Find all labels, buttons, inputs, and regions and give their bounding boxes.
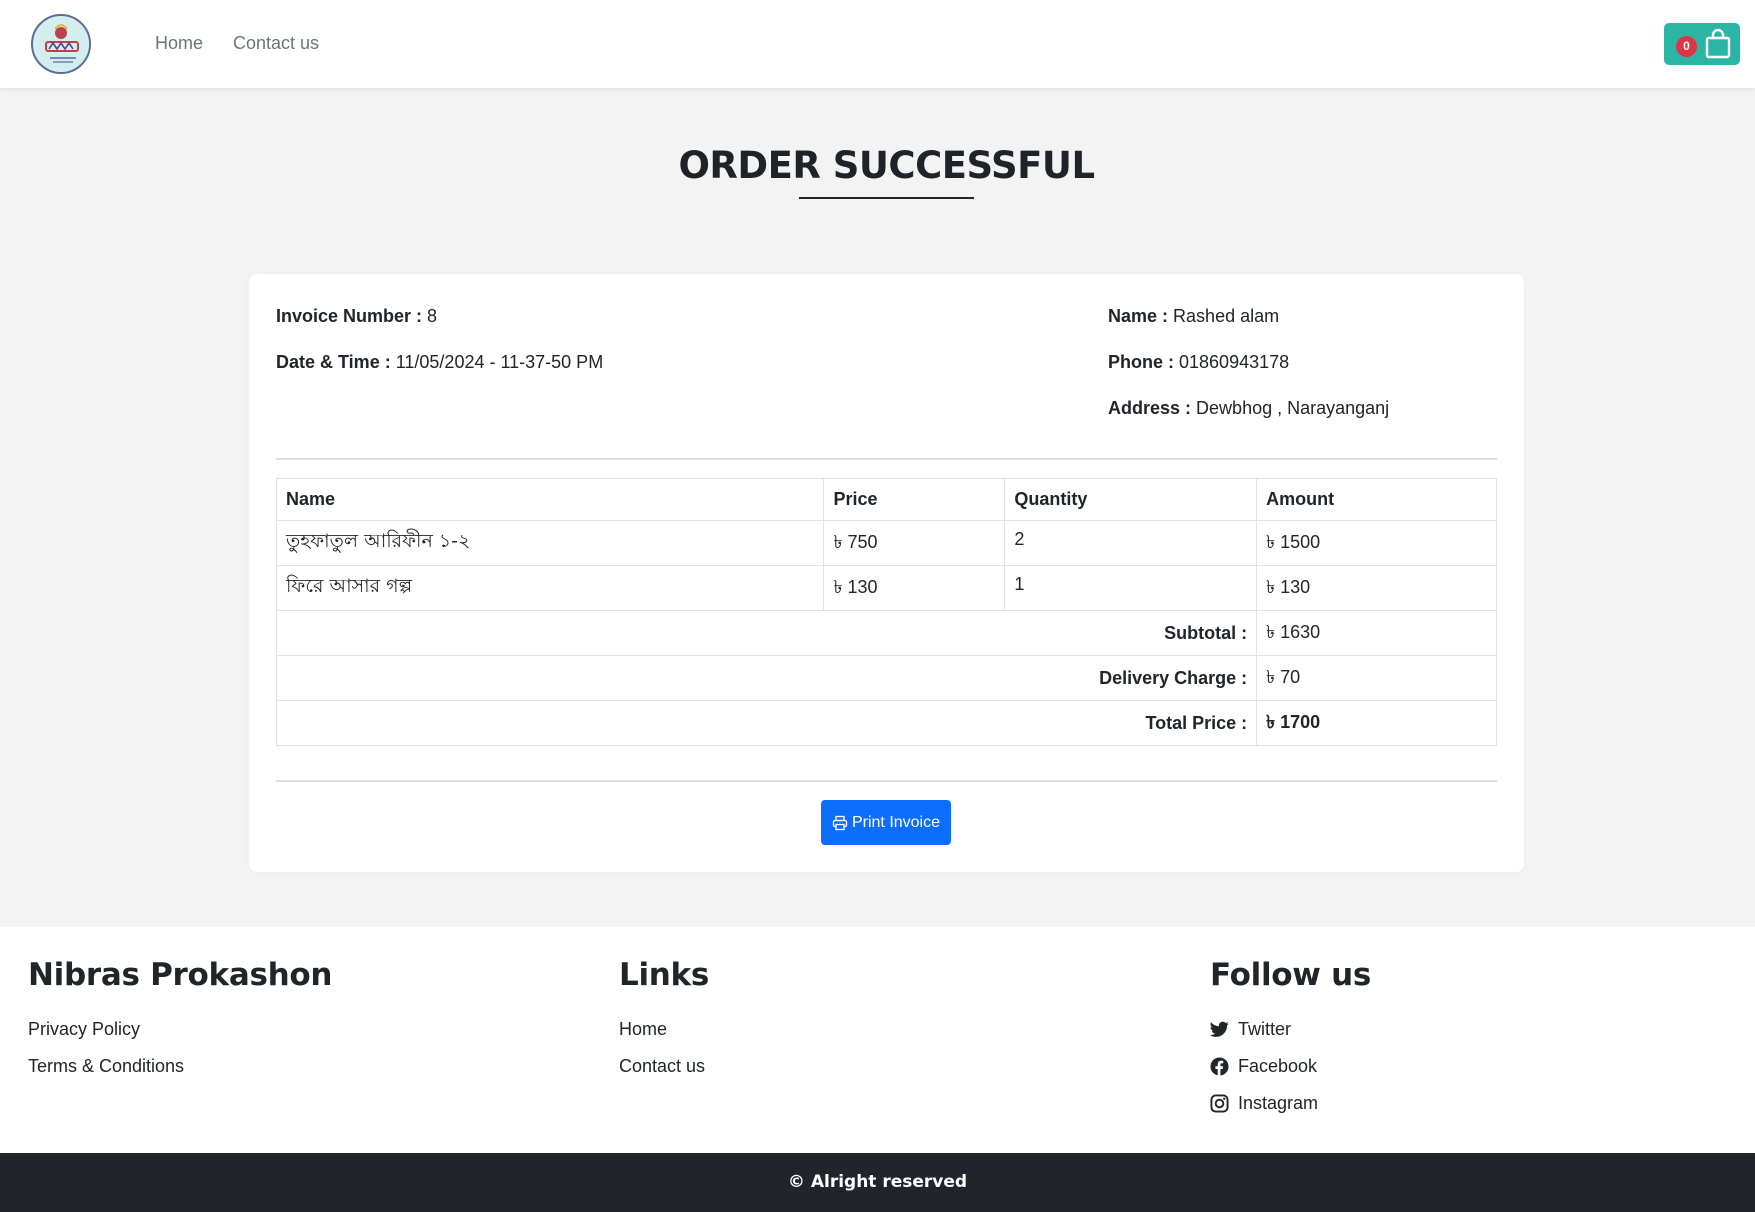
item-amount: ৳ 1500: [1256, 520, 1497, 566]
customer-address: Address : Dewbhog , Narayanganj: [1108, 398, 1389, 419]
subtotal-row: Subtotal : ৳ 1630: [275, 610, 1497, 656]
footer-links-column: Links Home Contact us: [619, 957, 709, 1085]
invoice-datetime: Date & Time : 11/05/2024 - 11-37-50 PM: [276, 352, 603, 373]
subtotal-value: ৳ 1630: [1256, 610, 1497, 656]
navbar: Home Contact us 0: [0, 0, 1755, 88]
page-title: ORDER SUCCESSFUL: [678, 144, 1095, 187]
facebook-icon: [1210, 1057, 1229, 1076]
order-items-table: Name Price Quantity Amount তুহফাতুল আরিফ…: [275, 478, 1497, 746]
printer-icon: [832, 815, 848, 830]
customer-name-value: Rashed alam: [1173, 306, 1280, 326]
twitter-icon: [1210, 1021, 1229, 1037]
item-name: ফিরে আসার গল্প: [275, 565, 825, 611]
footer-brand-title: Nibras Prokashon: [28, 957, 333, 993]
copyright-text: © Alright reserved: [787, 1172, 968, 1192]
cart-button[interactable]: 0: [1664, 23, 1740, 65]
invoice-number: Invoice Number : 8: [276, 306, 437, 327]
shopping-bag-icon: [1705, 29, 1731, 59]
total-value: ৳ 1700: [1256, 700, 1497, 746]
cart-count-badge: 0: [1676, 36, 1697, 57]
title-underline: [799, 197, 974, 199]
customer-address-value: Dewbhog , Narayanganj: [1196, 398, 1390, 418]
facebook-link[interactable]: Facebook: [1210, 1048, 1371, 1085]
item-price: ৳ 750: [823, 520, 1006, 566]
invoice-number-value: 8: [427, 306, 438, 326]
footer-home-link[interactable]: Home: [619, 1011, 709, 1048]
divider-bottom: [276, 780, 1497, 782]
instagram-icon: [1210, 1094, 1229, 1113]
table-header-row: Name Price Quantity Amount: [275, 478, 1497, 521]
divider-top: [276, 458, 1497, 460]
total-label: Total Price :: [275, 700, 1258, 746]
column-header-name: Name: [275, 478, 825, 521]
item-name: তুহফাতুল আরিফীন ১-২: [275, 520, 825, 566]
facebook-label: Facebook: [1238, 1056, 1318, 1076]
item-price: ৳ 130: [823, 565, 1006, 611]
total-row: Total Price : ৳ 1700: [275, 700, 1497, 746]
terms-link[interactable]: Terms & Conditions: [28, 1048, 332, 1085]
datetime-label: Date & Time :: [276, 352, 391, 372]
footer: Nibras Prokashon Privacy Policy Terms & …: [0, 927, 1755, 1153]
customer-phone-value: 01860943178: [1179, 352, 1290, 372]
item-quantity: 2: [1004, 520, 1258, 566]
print-invoice-button[interactable]: Print Invoice: [821, 800, 951, 845]
column-header-quantity: Quantity: [1004, 478, 1258, 521]
instagram-link[interactable]: Instagram: [1210, 1085, 1371, 1122]
item-quantity: 1: [1004, 565, 1258, 611]
print-invoice-label: Print Invoice: [851, 813, 941, 831]
column-header-amount: Amount: [1256, 478, 1497, 521]
logo-graphic: [35, 18, 89, 72]
item-amount: ৳ 130: [1256, 565, 1497, 611]
customer-phone-label: Phone :: [1108, 352, 1174, 372]
footer-follow-title: Follow us: [1210, 957, 1372, 993]
delivery-row: Delivery Charge : ৳ 70: [275, 655, 1497, 701]
datetime-value: 11/05/2024 - 11-37-50 PM: [395, 352, 604, 372]
twitter-link[interactable]: Twitter: [1210, 1011, 1371, 1048]
footer-brand-column: Nibras Prokashon Privacy Policy Terms & …: [28, 957, 332, 1085]
customer-address-label: Address :: [1108, 398, 1192, 418]
nav-link-home[interactable]: Home: [155, 33, 203, 54]
nav-link-contact[interactable]: Contact us: [233, 33, 319, 54]
privacy-policy-link[interactable]: Privacy Policy: [28, 1011, 332, 1048]
twitter-label: Twitter: [1238, 1019, 1292, 1039]
footer-follow-column: Follow us Twitter Facebook Instagram: [1210, 957, 1371, 1122]
invoice-card: Invoice Number : 8 Date & Time : 11/05/2…: [249, 274, 1524, 872]
delivery-value: ৳ 70: [1256, 655, 1497, 701]
brand-logo[interactable]: [31, 14, 91, 74]
table-row: ফিরে আসার গল্প ৳ 130 1 ৳ 130: [275, 565, 1497, 611]
customer-name: Name : Rashed alam: [1108, 306, 1279, 327]
invoice-number-label: Invoice Number :: [276, 306, 423, 326]
subtotal-label: Subtotal :: [275, 610, 1258, 656]
footer-links-title: Links: [619, 957, 710, 993]
delivery-label: Delivery Charge :: [275, 655, 1258, 701]
table-row: তুহফাতুল আরিফীন ১-২ ৳ 750 2 ৳ 1500: [275, 520, 1497, 566]
customer-phone: Phone : 01860943178: [1108, 352, 1289, 373]
column-header-price: Price: [823, 478, 1006, 521]
customer-name-label: Name :: [1108, 306, 1169, 326]
footer-contact-link[interactable]: Contact us: [619, 1048, 709, 1085]
copyright-bar: © Alright reserved: [0, 1153, 1755, 1212]
instagram-label: Instagram: [1238, 1093, 1319, 1113]
